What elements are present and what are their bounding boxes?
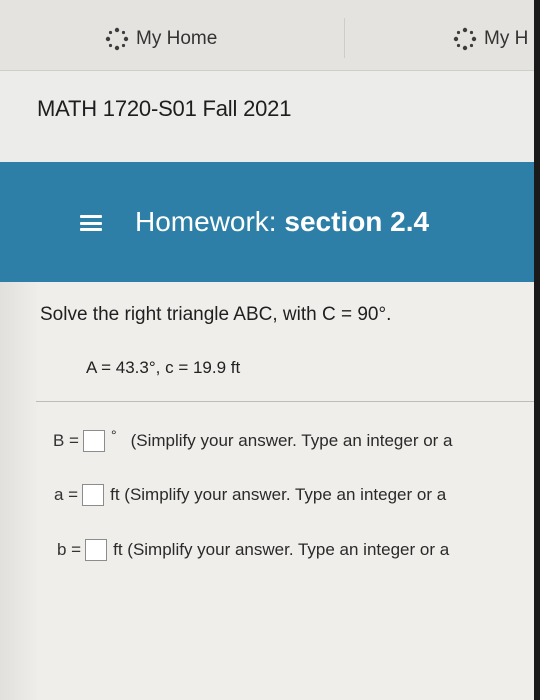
answer-input-a[interactable]: [82, 484, 105, 506]
answer-label-b-side: b =: [57, 540, 82, 559]
sparkle-logo-icon: [453, 27, 477, 51]
homework-title-prefix: Homework:: [135, 206, 277, 237]
divider: [36, 401, 540, 402]
my-h-tab[interactable]: My H: [452, 14, 528, 64]
screen-bezel: [534, 0, 540, 700]
tab-divider: [344, 18, 345, 58]
answer-label-a: a =: [54, 485, 79, 504]
homework-title-section: section 2.4: [284, 206, 430, 237]
given-values: A = 43.3°, c = 19.9 ft: [86, 358, 241, 377]
answer-row-side-b: b = ft (Simplify your answer. Type an in…: [57, 539, 449, 561]
sparkle-logo-icon: [105, 27, 129, 51]
menu-icon[interactable]: [80, 215, 102, 231]
homework-title: Homework: section 2.4: [135, 206, 429, 238]
answer-hint: ft (Simplify your answer. Type an intege…: [110, 485, 447, 504]
my-h-tab-label: My H: [484, 28, 529, 49]
answer-row-side-a: a = ft (Simplify your answer. Type an in…: [54, 484, 446, 506]
page: My Home My H MATH 1720-S01 Fall 2021 Hom…: [0, 0, 540, 700]
degree-unit: °: [111, 427, 117, 443]
my-home-tab-label: My Home: [136, 28, 218, 49]
answer-hint: ft (Simplify your answer. Type an intege…: [113, 540, 450, 559]
answer-hint: (Simplify your answer. Type an integer o…: [130, 431, 453, 450]
top-tab-bar: My Home My H: [0, 0, 540, 71]
question-panel: Solve the right triangle ABC, with C = 9…: [0, 282, 540, 700]
shadow-overlay: [0, 282, 40, 700]
answer-row-angle-b: B = ° (Simplify your answer. Type an int…: [53, 427, 453, 452]
homework-banner: Homework: section 2.4: [0, 162, 540, 282]
question-prompt: Solve the right triangle ABC, with C = 9…: [40, 304, 392, 325]
answer-label-b-angle: B =: [53, 431, 79, 450]
course-title: MATH 1720-S01 Fall 2021: [37, 96, 292, 121]
answer-input-b-angle[interactable]: [83, 430, 105, 452]
answer-input-b-side[interactable]: [85, 539, 108, 561]
my-home-tab[interactable]: My Home: [104, 14, 217, 64]
